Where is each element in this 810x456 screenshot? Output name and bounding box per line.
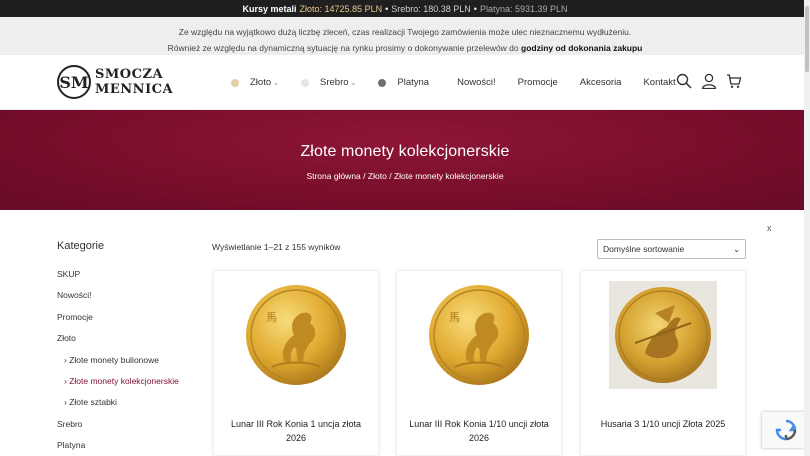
product-card[interactable]: 馬 Lunar III Rok Konia 1 uncja złota 2026 (213, 270, 379, 456)
gold-dot-icon (231, 78, 239, 87)
breadcrumb-separator: / (363, 171, 366, 181)
breadcrumb: Strona główna / Złoto / Złote monety kol… (0, 171, 810, 181)
search-icon[interactable] (676, 73, 692, 89)
main-nav: Złoto ⌄ Srebro ⌄ Platyna Nowości! Promoc… (231, 55, 698, 110)
results-count: Wyświetlanie 1–21 z 155 wyników (212, 242, 341, 252)
sidebar-item-label: Złote monety kolekcjonerskie (69, 375, 179, 386)
notice-line-2-text: Również ze względu na dynamiczną sytuacj… (167, 43, 519, 53)
product-title[interactable]: Husaria 3 1/10 uncji Złota 2025 (581, 417, 745, 431)
ticker-silver: Srebro: 180.38 PLN (391, 3, 471, 14)
recaptcha-badge[interactable] (762, 412, 810, 448)
chevron-right-icon: › (64, 397, 67, 408)
horse-gold-coin-image[interactable]: 馬 (425, 281, 533, 389)
sidebar-item-label: Złote sztabki (69, 397, 117, 408)
user-icon[interactable] (701, 73, 717, 89)
sidebar-item-skup[interactable]: SKUP (57, 268, 207, 289)
site-header: SM SMOCZA MENNICA Złoto ⌄ Srebro ⌄ Platy… (0, 55, 810, 110)
breadcrumb-home[interactable]: Strona główna (306, 171, 360, 181)
chevron-down-icon: ⌄ (733, 244, 740, 254)
silver-dot-icon (301, 78, 309, 87)
logo-mark: SM (57, 65, 91, 99)
sidebar-item-gold[interactable]: Złoto (57, 332, 207, 353)
notice-banner: Ze względu na wyjątkowo dużą liczbę zlec… (0, 17, 810, 55)
sidebar-title: Kategorie (57, 240, 105, 252)
nav-item-contact[interactable]: Kontakt (643, 77, 675, 88)
scrollbar[interactable] (804, 0, 810, 456)
sidebar-item-gold-collector[interactable]: › Złote monety kolekcjonerskie (57, 375, 207, 396)
sort-selected-value: Domyślne sortowanie (603, 244, 685, 254)
chevron-right-icon: › (64, 354, 67, 365)
cart-icon[interactable] (726, 73, 742, 89)
svg-text:馬: 馬 (449, 311, 460, 324)
hussar-gold-coin-image[interactable] (609, 281, 717, 389)
nav-label: Srebro (320, 77, 349, 88)
sidebar-item-new[interactable]: Nowości! (57, 289, 207, 310)
ticker-separator: • (473, 3, 477, 14)
sidebar-item-label: Złote monety bulionowe (69, 354, 159, 365)
nav-item-silver[interactable]: Srebro ⌄ (301, 77, 356, 88)
metal-price-ticker: Kursy metali Złoto: 14725.85 PLN • Srebr… (0, 0, 810, 17)
sidebar-item-platinum[interactable]: Platyna (57, 439, 207, 456)
product-title[interactable]: Lunar III Rok Konia 1/10 uncji złota 202… (397, 417, 561, 445)
sidebar-item-silver[interactable]: Srebro (57, 418, 207, 439)
chevron-down-icon: ⌄ (273, 79, 279, 87)
nav-item-gold[interactable]: Złoto ⌄ (231, 77, 279, 88)
nav-item-new[interactable]: Nowości! (457, 77, 496, 88)
logo-line-1: SMOCZA (95, 67, 164, 82)
sidebar-item-gold-bars[interactable]: › Złote sztabki (57, 396, 207, 417)
sort-select[interactable]: Domyślne sortowanie ⌄ (597, 239, 746, 259)
sidebar-item-gold-bullion[interactable]: › Złote monety bulionowe (57, 354, 207, 375)
site-logo[interactable]: SM SMOCZA MENNICA (57, 65, 173, 99)
nav-label: Platyna (397, 77, 430, 88)
nav-item-promotions[interactable]: Promocje (518, 77, 558, 88)
ticker-gold: Złoto: 14725.85 PLN (299, 3, 383, 14)
main-content: x Kategorie SKUP Nowości! Promocje Złoto… (0, 210, 810, 456)
notice-line-1: Ze względu na wyjątkowo dużą liczbę zlec… (178, 27, 632, 37)
logo-line-2: MENNICA (95, 82, 174, 97)
horse-gold-coin-image[interactable]: 馬 (242, 281, 350, 389)
product-card[interactable]: 馬 Lunar III Rok Konia 1/10 uncji złota 2… (396, 270, 562, 456)
ticker-separator: • (385, 3, 389, 14)
header-icons (676, 73, 742, 89)
breadcrumb-separator: / (389, 171, 392, 181)
category-sidebar: Kategorie SKUP Nowości! Promocje Złoto ›… (57, 240, 207, 456)
recaptcha-icon (775, 419, 797, 441)
breadcrumb-gold[interactable]: Złoto (368, 171, 387, 181)
product-card[interactable]: Husaria 3 1/10 uncji Złota 2025 (580, 270, 746, 456)
ticker-label: Kursy metali (242, 3, 297, 14)
platinum-dot-icon (378, 78, 387, 87)
category-hero: Złote monety kolekcjonerskie Strona głów… (0, 110, 810, 210)
scrollbar-thumb[interactable] (805, 6, 809, 72)
svg-text:馬: 馬 (266, 311, 277, 324)
breadcrumb-current: Złote monety kolekcjonerskie (393, 171, 504, 181)
ticker-platinum: Platyna: 5931.39 PLN (479, 3, 568, 14)
logo-text: SMOCZA MENNICA (95, 67, 173, 97)
nav-label: Złoto (250, 77, 272, 88)
chevron-right-icon: › (64, 375, 67, 386)
nav-item-accessories[interactable]: Akcesoria (580, 77, 622, 88)
chevron-down-icon: ⌄ (350, 79, 357, 87)
sidebar-item-promotions[interactable]: Promocje (57, 311, 207, 332)
product-title[interactable]: Lunar III Rok Konia 1 uncja złota 2026 (214, 417, 378, 445)
notice-line-2-bold: godziny od dokonania zakupu (521, 43, 643, 53)
notice-line-2: Również ze względu na dynamiczną sytuacj… (0, 40, 810, 56)
page-title: Złote monety kolekcjonerskie (300, 143, 510, 160)
close-filter-button[interactable]: x (767, 223, 772, 233)
nav-item-platinum[interactable]: Platyna (378, 77, 429, 88)
